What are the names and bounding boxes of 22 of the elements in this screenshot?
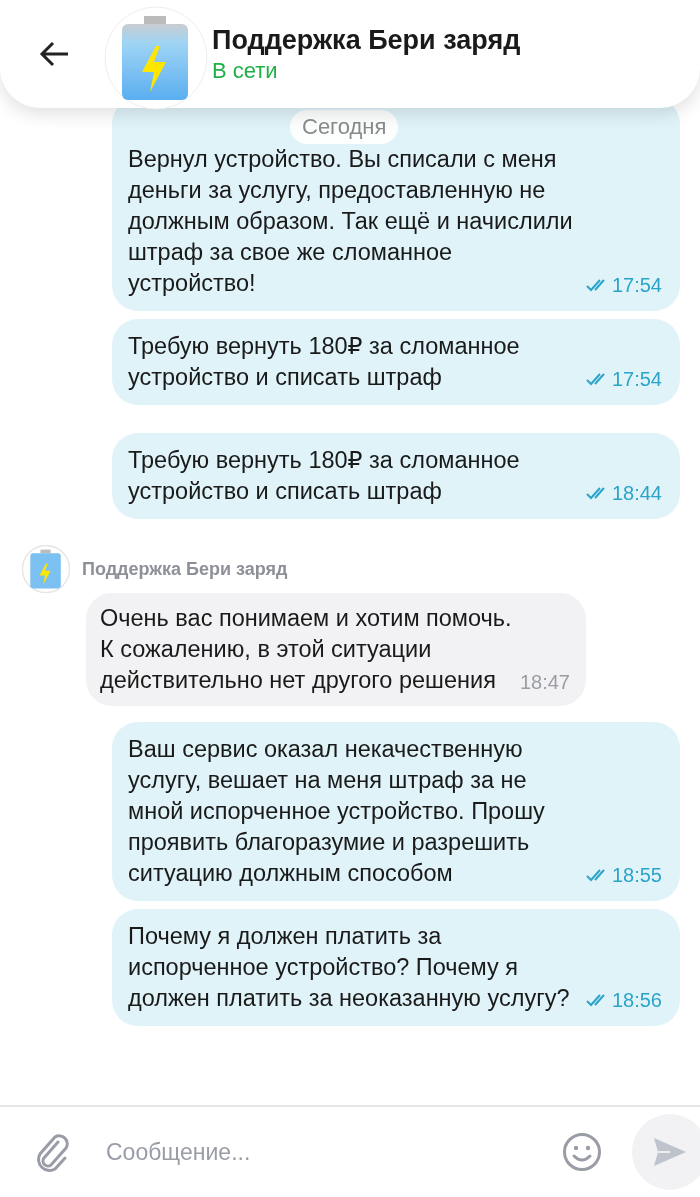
- battery-avatar-icon: [22, 545, 70, 593]
- message-text: Вернул устройство. Вы списали с меня деньги за услугу, предоставленную не должным образом. Так ещё и начислили штраф за свое же сломанное устройство!: [128, 145, 574, 298]
- smiley-icon[interactable]: [562, 1132, 602, 1172]
- message-time: 17:54: [611, 273, 662, 298]
- message-time: 18:47: [519, 670, 570, 695]
- message-time: 17:54: [611, 367, 662, 392]
- message-time: 18:56: [611, 988, 662, 1013]
- online-status: В сети: [212, 57, 279, 84]
- chat-title: Поддержка Бери заряд: [212, 24, 521, 56]
- message-text: Ваш сервис оказал некачественную услугу, вешает на меня штраф за не мной испорченное устройство. Прошу проявить благоразумие и разрешить ситуацию должным способом: [128, 735, 546, 888]
- date-pill: Сегодня: [290, 110, 399, 144]
- message-text: Очень вас понимаем и хотим помочь. К сожалению, в этой ситуации действительно нет другого решения: [100, 604, 512, 695]
- message-time: 18:55: [611, 863, 662, 888]
- message-text: Требую вернуть 180₽ за сломанное устройство и списать штраф: [128, 332, 521, 392]
- send-icon: [652, 1136, 688, 1168]
- sender-name: Поддержка Бери заряд: [82, 558, 288, 580]
- message-input[interactable]: Сообщение...: [104, 1137, 562, 1167]
- message-text: Почему я должен платить за испорченное устройство? Почему я должен платить за неоказанную услугу?: [128, 922, 571, 1013]
- back-arrow-icon: [38, 40, 70, 68]
- message-time: 18:44: [611, 481, 662, 506]
- paperclip-icon[interactable]: [36, 1132, 72, 1172]
- message-text: Требую вернуть 180₽ за сломанное устройство и списать штраф: [128, 446, 521, 506]
